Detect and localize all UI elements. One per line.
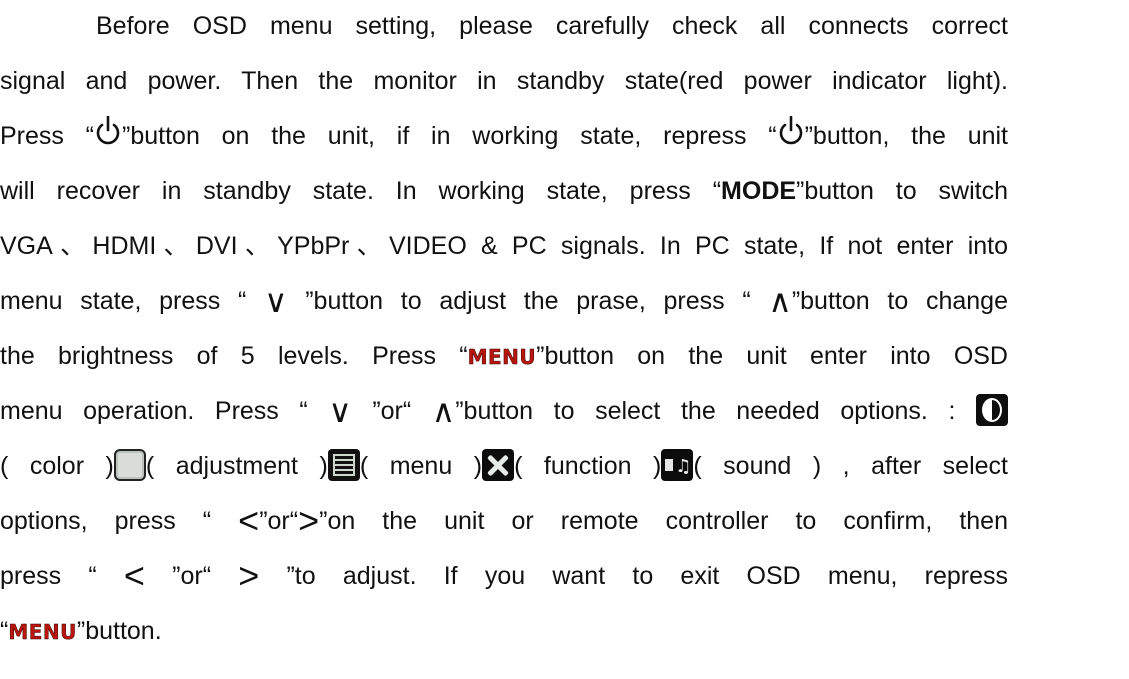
power-icon [779,116,802,145]
left-button-glyph: < [123,556,145,596]
line-text: Press “ [0,122,95,150]
line-text: ”or“ [144,562,239,590]
line-text: VGA、HDMI、DVI、YPbPr、VIDEO & PC signals. I… [0,232,1008,260]
left-button-glyph: < [238,501,260,541]
line-text: ”button to select the needed options. : [455,397,976,425]
down-button-glyph: ∨ [264,283,288,319]
function-icon [482,449,515,481]
menu-keyword: MENU [8,620,77,645]
line-text: signal and power. Then the monitor in st… [0,67,1008,95]
line-text: ”button. [76,617,162,645]
right-button-glyph: > [238,556,260,596]
down-button-glyph: ∨ [328,393,352,429]
line-text: ”button to adjust the prase, press “ [287,287,769,315]
paragraph-line-8: menu operation. Press “ ∨ ”or“ ∧”button … [0,391,1008,431]
paragraph-line-11: press “ < ”or“ > ”to adjust. If you want… [0,556,1008,596]
paragraph-line-1: Before OSD menu setting, please carefull… [96,6,1008,46]
line-text: ( function ) [514,452,662,480]
line-text: menu operation. Press “ [0,397,329,425]
line-text: the brightness of 5 levels. Press “ [0,342,468,370]
adjustment-icon [113,449,146,481]
mode-keyword: MODE [721,177,797,205]
line-text: press “ [0,562,124,590]
right-button-glyph: > [298,501,320,541]
paragraph-line-4: will recover in standby state. In workin… [0,171,1008,211]
paragraph-line-9: ( color ) ( adjustment ) ( menu ) ( functio… [0,446,1008,486]
power-icon [96,116,120,145]
paragraph-line-7: the brightness of 5 levels. Press “MENU”… [0,336,1008,376]
up-button-glyph: ∧ [768,283,792,319]
line-text: Before OSD menu setting, please carefull… [96,12,1008,40]
sound-icon [661,449,694,481]
line-text: ”button, the unit [804,122,1008,150]
line-text: ”button on the unit enter into OSD [536,342,1008,370]
line-text: ( adjustment ) [145,452,328,480]
line-text: ( color ) [0,452,114,480]
line-text: ”or“ [351,397,432,425]
line-text: ”or“ [259,507,299,535]
line-text: ( sound ) , after select [693,452,1008,480]
line-text: will recover in standby state. In workin… [0,177,722,205]
color-icon [976,394,1008,426]
line-text: options, press “ [0,507,239,535]
line-text: ”button to switch [796,177,1008,205]
paragraph-line-12: “MENU”button. [0,611,1008,651]
line-text: ”to adjust. If you want to exit OSD menu… [259,562,1008,590]
paragraph-line-3: Press “ ”button on the unit, if in workin… [0,116,1008,156]
paragraph-line-2: signal and power. Then the monitor in st… [0,61,1008,101]
up-button-glyph: ∧ [431,393,456,429]
paragraph-line-5: VGA、HDMI、DVI、YPbPr、VIDEO & PC signals. I… [0,226,1008,266]
line-text: ( menu ) [359,452,483,480]
paragraph-line-6: menu state, press “ ∨ ”button to adjust … [0,281,1008,321]
line-text: ”button on the unit, if in working state… [122,122,777,150]
line-text: ”on the unit or remote controller to con… [319,507,1008,535]
line-text: ”button to change [791,287,1008,315]
menu-icon [327,449,360,481]
line-text: menu state, press “ [0,287,265,315]
paragraph-line-10: options, press “ <”or“>”on the unit or r… [0,501,1008,541]
osd-instructions-page: Before OSD menu setting, please carefull… [0,0,1129,679]
menu-keyword: MENU [467,345,537,370]
